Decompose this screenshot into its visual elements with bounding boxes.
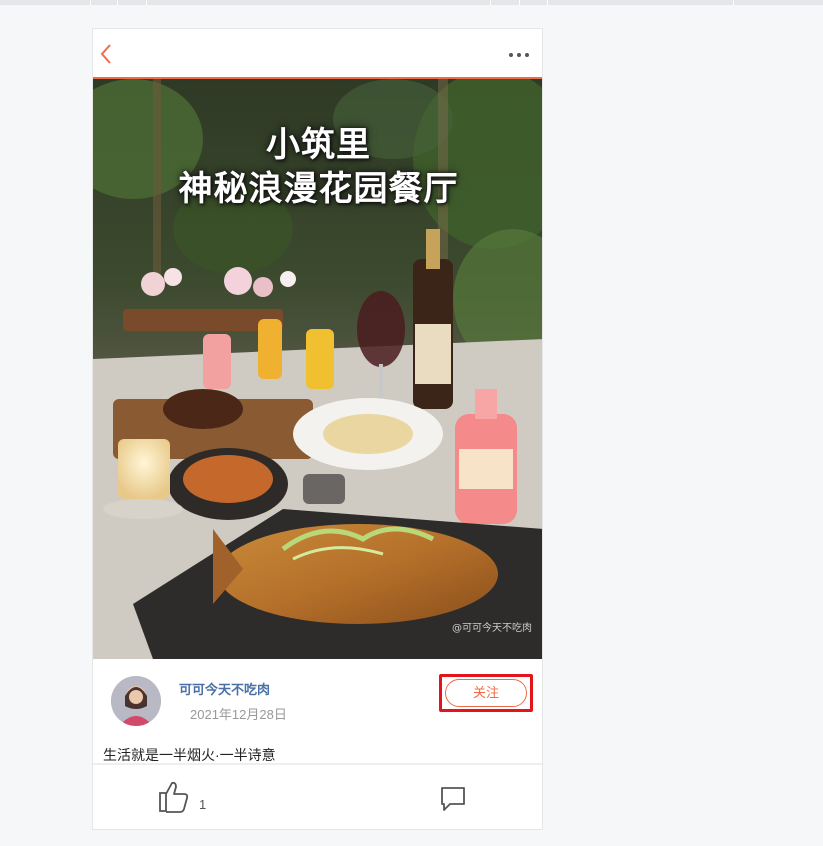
post-header — [93, 29, 542, 79]
author-name[interactable]: 可可今天不吃肉 — [179, 679, 270, 698]
like-button[interactable]: 1 — [157, 779, 217, 819]
follow-button[interactable]: 关注 — [445, 679, 527, 707]
comment-icon[interactable] — [439, 785, 467, 813]
post-footer: 1 — [93, 763, 542, 829]
post-date: 2021年12月28日 — [190, 707, 287, 722]
more-dots-icon[interactable] — [508, 51, 530, 59]
post-card: 小筑里 神秘浪漫花园餐厅 @可可今天不吃肉 可可今天不吃肉 2021年12月28… — [92, 28, 543, 830]
browser-top-strip — [0, 0, 823, 5]
avatar[interactable] — [111, 676, 161, 726]
post-content-text: 生活就是一半烟火·一半诗意 — [103, 747, 276, 763]
thumbs-up-icon — [159, 781, 189, 813]
photo-watermark: @可可今天不吃肉 — [452, 623, 532, 634]
photo-title-line2: 神秘浪漫花园餐厅 — [178, 169, 459, 209]
chevron-left-icon[interactable] — [99, 43, 113, 65]
post-photo[interactable]: 小筑里 神秘浪漫花园餐厅 @可可今天不吃肉 — [93, 79, 542, 659]
photo-title-line1: 小筑里 — [266, 125, 371, 165]
like-count: 1 — [199, 797, 207, 812]
author-bar: 可可今天不吃肉 2021年12月28日 关注 — [93, 659, 542, 739]
